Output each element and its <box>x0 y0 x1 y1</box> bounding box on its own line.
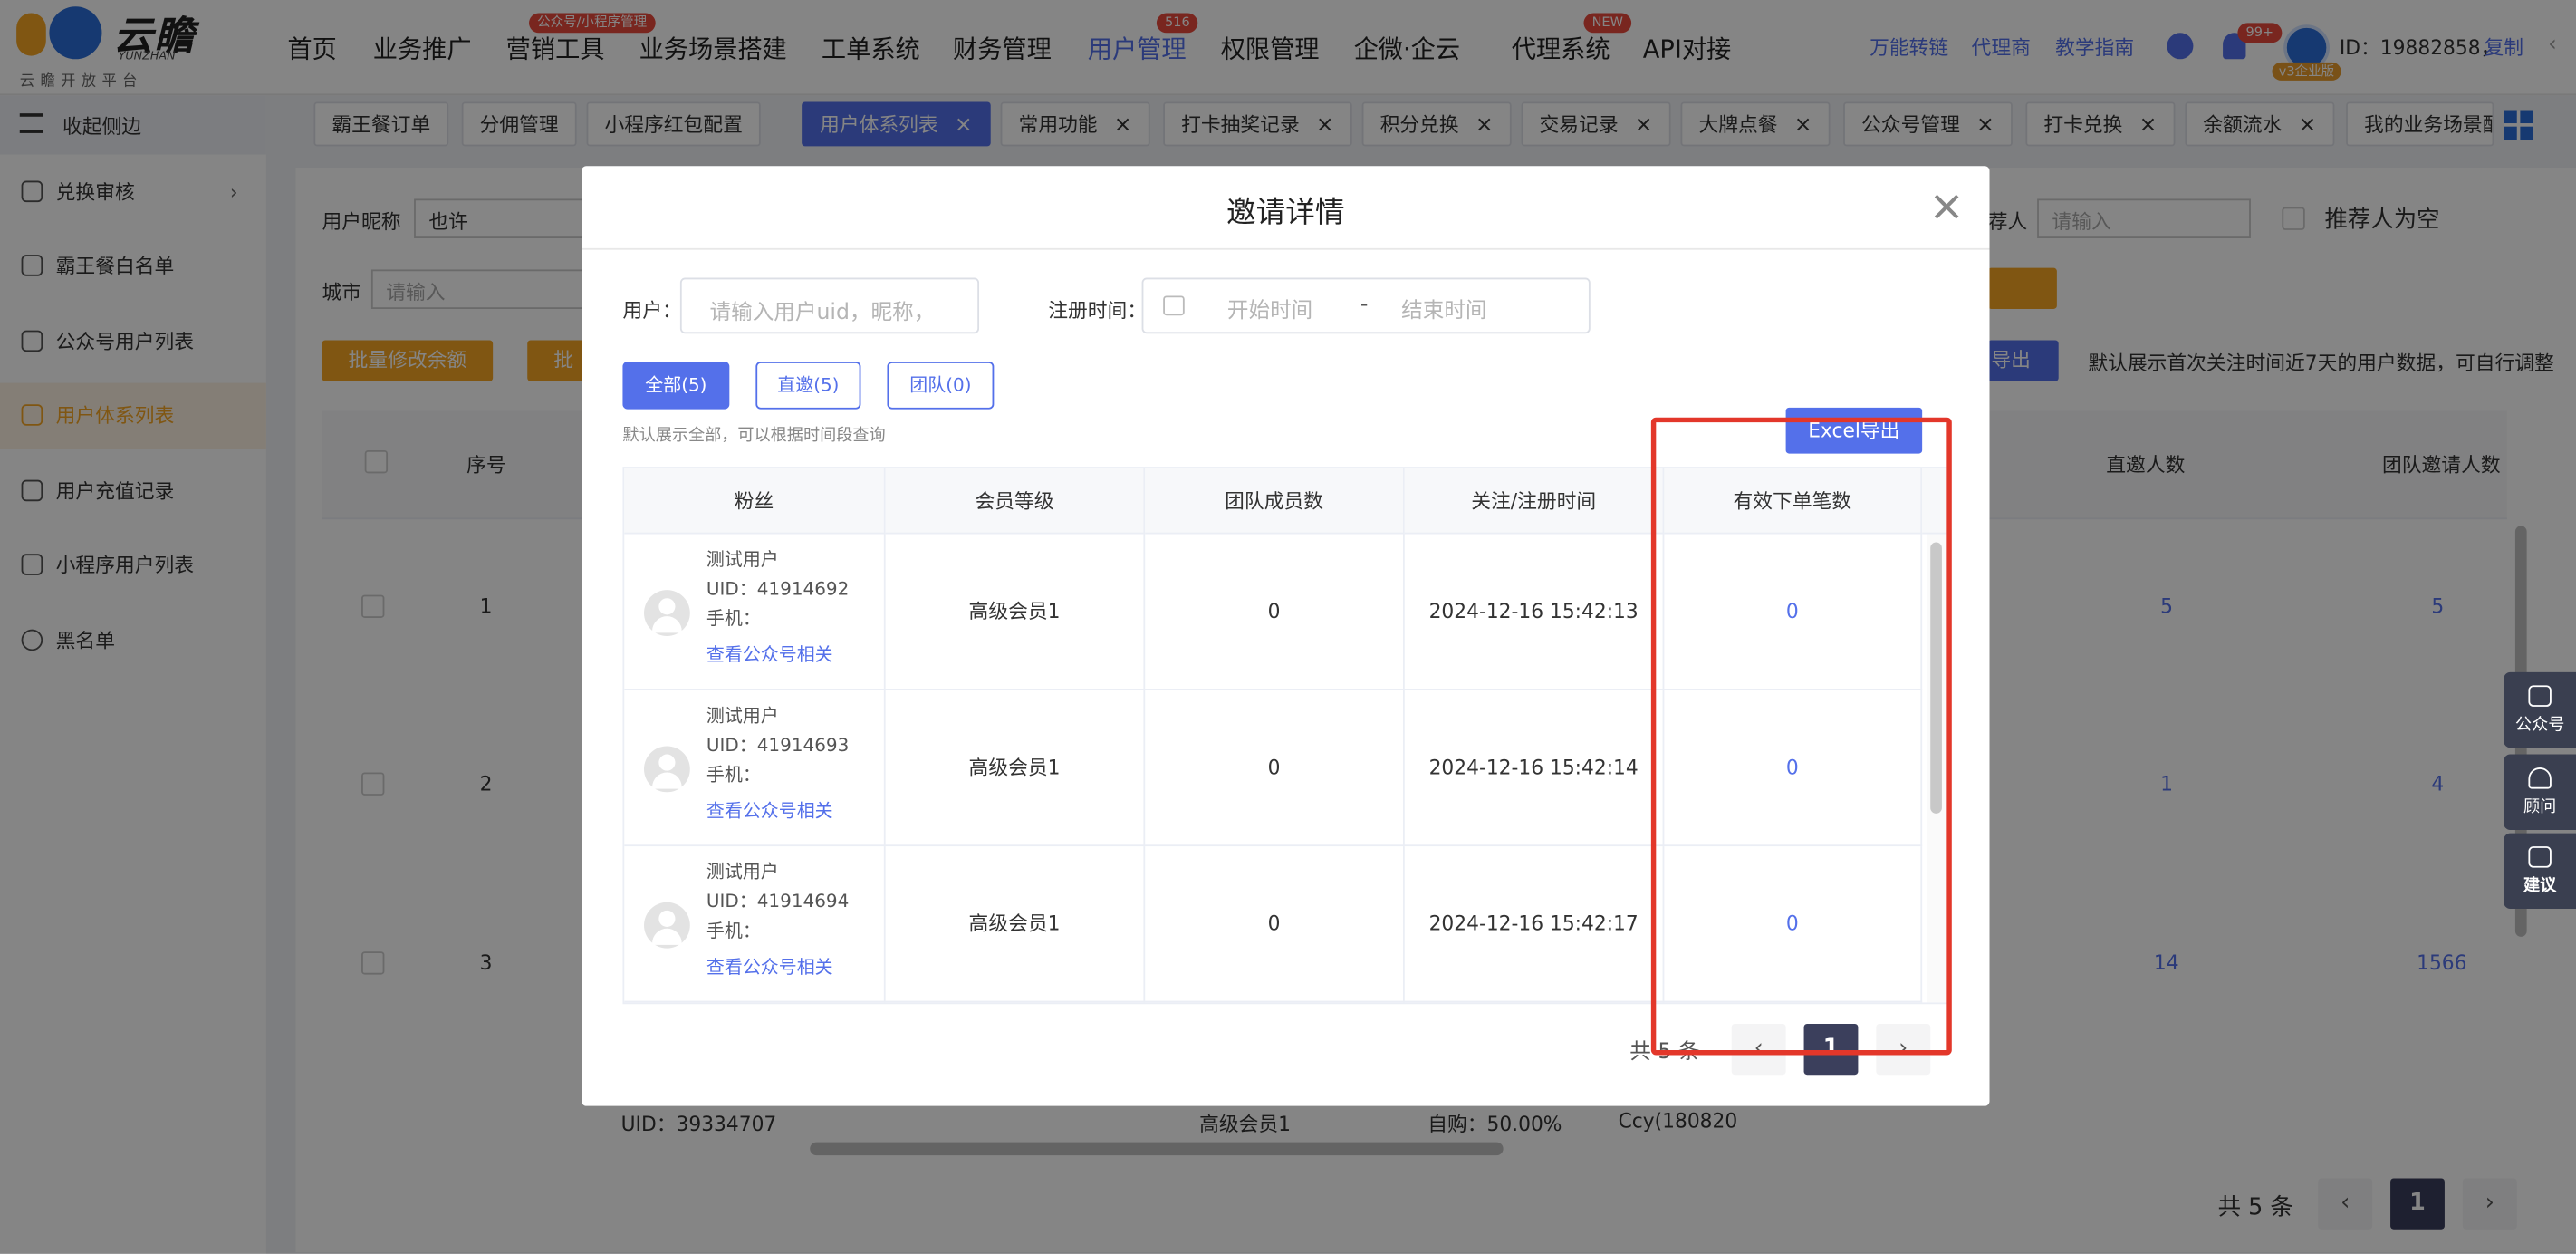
filter-team-button[interactable]: 团队(0) <box>887 362 995 410</box>
team-members-cell: 0 <box>1145 534 1405 690</box>
user-search-input[interactable]: 请输入用户uid，昵称， <box>679 277 980 334</box>
avatar <box>644 746 690 793</box>
fan-cell: 测试用户 UID：41914693 手机： 查看公众号相关 <box>624 690 886 847</box>
highlight-box <box>1650 417 1952 1056</box>
fan-phone: 手机： <box>706 764 761 786</box>
fan-uid: UID：41914693 <box>706 734 850 757</box>
date-range-picker[interactable]: 开始时间 - 结束时间 <box>1141 277 1591 334</box>
view-official-link[interactable]: 查看公众号相关 <box>706 957 833 979</box>
avatar <box>644 590 690 636</box>
col-team-members: 团队成员数 <box>1145 468 1405 535</box>
follow-time-cell: 2024-12-16 15:42:14 <box>1405 690 1665 847</box>
chat-icon <box>2528 685 2552 707</box>
start-date-input[interactable]: 开始时间 <box>1227 293 1312 323</box>
float-consultant[interactable]: 顾问 <box>2504 754 2576 830</box>
user-filter-label: 用户： <box>622 299 682 323</box>
close-icon[interactable]: × <box>1928 186 1965 228</box>
fan-cell: 测试用户 UID：41914692 手机： 查看公众号相关 <box>624 534 886 690</box>
follow-time-cell: 2024-12-16 15:42:17 <box>1405 846 1665 1003</box>
modal-divider <box>582 247 1990 250</box>
fan-uid: UID：41914694 <box>706 891 850 912</box>
member-level-cell: 高级会员1 <box>886 846 1146 1003</box>
float-suggestion[interactable]: 建议 <box>2504 833 2576 910</box>
filter-direct-button[interactable]: 直邀(5) <box>755 362 861 410</box>
view-official-link[interactable]: 查看公众号相关 <box>706 800 833 823</box>
team-members-cell: 0 <box>1145 690 1405 847</box>
fan-phone: 手机： <box>706 608 761 630</box>
date-separator: - <box>1360 292 1369 318</box>
col-follow-time: 关注/注册时间 <box>1404 468 1665 535</box>
fan-name: 测试用户 <box>706 705 779 727</box>
fan-phone: 手机： <box>706 920 761 942</box>
headset-icon <box>2528 767 2552 789</box>
member-level-cell: 高级会员1 <box>886 534 1146 690</box>
fan-uid: UID：41914692 <box>706 578 850 601</box>
edit-icon <box>2528 846 2552 868</box>
end-date-input[interactable]: 结束时间 <box>1401 293 1486 323</box>
member-level-cell: 高级会员1 <box>886 690 1146 847</box>
avatar <box>644 902 690 949</box>
filter-hint: 默认展示全部，可以根据时间段查询 <box>622 427 886 446</box>
filter-all-button[interactable]: 全部(5) <box>622 362 730 410</box>
reg-time-label: 注册时间： <box>1048 299 1148 323</box>
team-members-cell: 0 <box>1145 846 1405 1003</box>
col-member-level: 会员等级 <box>885 468 1146 535</box>
fan-name: 测试用户 <box>706 548 779 571</box>
follow-time-cell: 2024-12-16 15:42:13 <box>1405 534 1665 690</box>
fan-cell: 测试用户 UID：41914694 手机： 查看公众号相关 <box>624 846 886 1003</box>
view-official-link[interactable]: 查看公众号相关 <box>706 644 833 667</box>
fan-name: 测试用户 <box>706 861 779 883</box>
modal-title: 邀请详情 <box>1226 195 1345 230</box>
col-fans: 粉丝 <box>624 468 886 535</box>
calendar-icon <box>1163 295 1185 316</box>
float-official-account[interactable]: 公众号 <box>2504 671 2576 748</box>
